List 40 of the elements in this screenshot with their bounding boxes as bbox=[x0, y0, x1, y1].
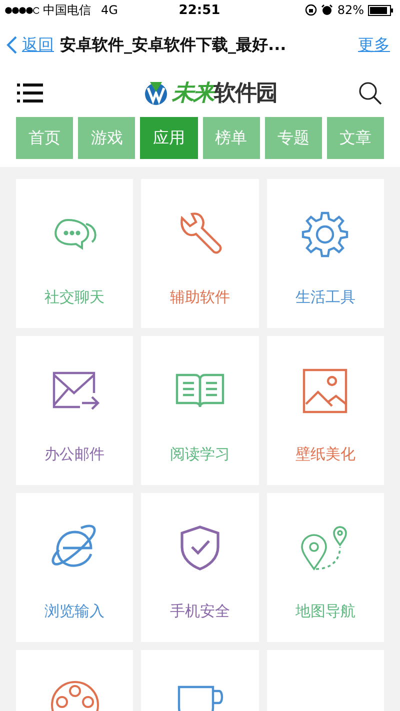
category-tile[interactable]: 生活工具 bbox=[266, 179, 384, 328]
menu-icon[interactable] bbox=[17, 82, 43, 102]
category-tile[interactable]: 辅助软件 bbox=[141, 179, 259, 328]
more-button[interactable]: 更多 bbox=[358, 34, 390, 56]
category-label: 社交聊天 bbox=[44, 288, 105, 307]
category-tab[interactable]: 专题 bbox=[264, 117, 322, 159]
category-label: 生活工具 bbox=[295, 288, 356, 307]
category-tab[interactable]: 应用 bbox=[140, 117, 198, 159]
category-tile[interactable]: 社交聊天 bbox=[16, 179, 134, 328]
search-icon[interactable] bbox=[358, 80, 382, 104]
signal-icon bbox=[5, 6, 39, 14]
category-tab[interactable]: 文章 bbox=[326, 117, 384, 159]
category-label: 手机安全 bbox=[170, 602, 230, 621]
category-tab[interactable]: 首页 bbox=[16, 117, 74, 159]
battery-icon bbox=[368, 4, 394, 16]
category-tile[interactable]: 阅读学习 bbox=[141, 336, 259, 485]
category-label: 阅读学习 bbox=[170, 445, 230, 464]
chevron-left-icon bbox=[6, 35, 18, 55]
logo-icon bbox=[142, 80, 170, 106]
back-button[interactable]: 返回 bbox=[6, 34, 54, 56]
category-label: 壁纸美化 bbox=[295, 445, 356, 464]
category-tile[interactable]: 壁纸美化 bbox=[266, 336, 384, 485]
category-label: 浏览输入 bbox=[44, 602, 105, 621]
clock-time: 22:51 bbox=[178, 2, 220, 18]
category-label: 地图导航 bbox=[295, 602, 356, 621]
page-title: 安卓软件_安卓软件下载_最好... bbox=[60, 34, 288, 56]
alarm-icon bbox=[321, 4, 334, 16]
category-tile[interactable]: 办公邮件 bbox=[16, 336, 134, 485]
category-tile[interactable]: 手机安全 bbox=[141, 493, 259, 642]
category-tile[interactable]: 浏览输入 bbox=[16, 493, 134, 642]
category-tab[interactable]: 榜单 bbox=[202, 117, 260, 159]
category-tile[interactable]: 地图导航 bbox=[266, 493, 384, 642]
category-tab[interactable]: 游戏 bbox=[78, 117, 136, 159]
category-label: 办公邮件 bbox=[44, 445, 105, 464]
network-type: 4G bbox=[101, 3, 118, 17]
category-label: 辅助软件 bbox=[170, 288, 230, 307]
battery-percent: 82% bbox=[337, 3, 364, 17]
rotation-lock-icon bbox=[305, 4, 318, 16]
carrier-name: 中国电信 bbox=[43, 2, 91, 18]
logo-wordmark: 未来软件园 bbox=[172, 80, 277, 108]
